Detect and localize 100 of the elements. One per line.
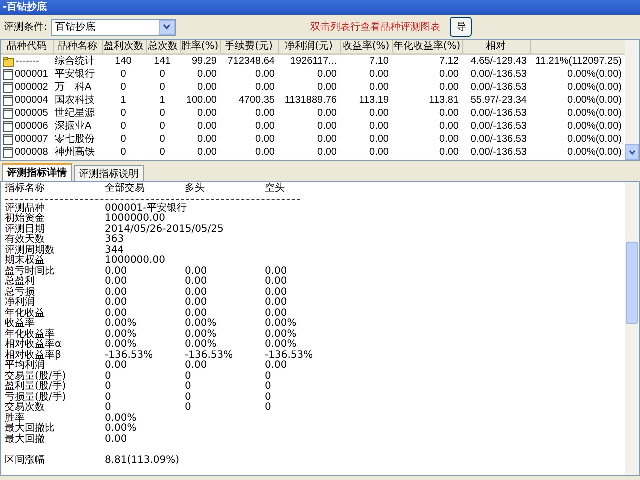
metric-value: 0.00 xyxy=(185,361,208,372)
metric-value: 0.00 xyxy=(265,361,288,372)
chevron-down-icon[interactable] xyxy=(628,150,636,154)
document-icon xyxy=(3,121,13,132)
metric-label: 净利润 xyxy=(5,298,36,308)
table-cell: 000001 xyxy=(15,68,48,81)
tab[interactable]: 评测指标详情 xyxy=(2,163,72,181)
metric-value: 0.00% xyxy=(105,414,138,424)
scrollbar[interactable] xyxy=(625,40,639,160)
table-cell: 0.00/-136.53 xyxy=(470,134,527,145)
column-header[interactable]: 相对 xyxy=(462,40,530,54)
metric-label: 亏损量(股/手) xyxy=(5,392,68,402)
metric-value: 0 xyxy=(105,392,112,402)
export-button[interactable]: 导 xyxy=(450,17,472,37)
column-header[interactable]: 总次数 xyxy=(146,40,180,54)
condition-dropdown[interactable]: 百钻抄底 xyxy=(51,18,176,36)
table-cell: 000002 xyxy=(15,81,48,94)
metric-value: 8.81(113.09%) xyxy=(105,456,181,466)
hint-text: 双击列表行查看品种评测图表 xyxy=(310,20,440,34)
table-cell: 零七股份 xyxy=(55,134,95,145)
table-cell: 0.00 xyxy=(440,134,459,145)
metric-value: 1000000.00 xyxy=(105,256,166,266)
table-cell: 0 xyxy=(160,108,166,119)
column-header[interactable]: 盈利次数 xyxy=(102,40,146,54)
table-cell: 000006 xyxy=(15,120,48,133)
table-cell: 0.00 xyxy=(318,121,337,132)
document-icon xyxy=(3,147,13,158)
metric-value: -136.53% xyxy=(185,350,234,360)
table-cell: 0.00 xyxy=(318,108,337,119)
table-cell: 0.00 xyxy=(370,147,389,158)
table-cell: 0.00 xyxy=(318,69,337,80)
metric-label: 总盈利 xyxy=(5,277,36,287)
metric-value: 0 xyxy=(185,372,192,382)
tab[interactable]: 评测指标说明 xyxy=(74,165,144,181)
metric-value: 1000000.00 xyxy=(105,214,166,224)
table-cell: 000004 xyxy=(15,94,48,107)
table-cell: 712348.64 xyxy=(228,56,275,67)
metric-value: 0 xyxy=(105,382,112,392)
table-cell: 综合统计 xyxy=(55,56,95,67)
metric-value: 0 xyxy=(185,392,192,402)
table-cell: 0.00 xyxy=(198,147,217,158)
column-header[interactable]: 收益率(%) xyxy=(340,40,392,54)
table-cell: 0 xyxy=(120,69,126,80)
detail-header: 全部交易 xyxy=(105,184,146,194)
metric-label: 年化收益率 xyxy=(5,330,56,340)
metric-value: 0.00% xyxy=(265,330,298,340)
table-cell: 1131889.76 xyxy=(284,95,337,106)
metric-label: 区间涨幅 xyxy=(5,456,46,466)
table-cell: 0 xyxy=(160,121,166,132)
metric-value: 0.00% xyxy=(185,340,218,350)
table-cell: 0.00 xyxy=(256,121,275,132)
table-cell: 0.00 xyxy=(440,121,459,132)
table-cell: 0.00 xyxy=(198,134,217,145)
table-cell: 0.00 xyxy=(440,108,459,119)
table-cell: 0.00%(0.00) xyxy=(568,69,622,80)
metric-value: 0.00% xyxy=(185,330,218,340)
column-header[interactable]: 品种代码 xyxy=(1,40,53,54)
table-cell: 0.00 xyxy=(256,82,275,93)
document-icon xyxy=(3,95,13,106)
table-cell: 4700.35 xyxy=(238,95,275,106)
metric-value: 0.00 xyxy=(105,308,128,318)
metric-value: 0.00 xyxy=(105,277,128,288)
metric-value: 0.00 xyxy=(105,434,128,445)
metric-value: 0 xyxy=(105,403,112,414)
metric-label: 相对收益率α xyxy=(5,340,63,350)
table-cell: 0.00 xyxy=(198,121,217,132)
scrollbar[interactable] xyxy=(625,182,639,475)
table-cell: 0.00 xyxy=(370,82,389,93)
table-cell: 1926117... xyxy=(290,56,337,67)
metric-value: 0.00% xyxy=(105,319,138,330)
table-cell: 0 xyxy=(120,82,126,93)
metric-value: 344 xyxy=(105,246,126,256)
table-cell: 0.00 xyxy=(370,69,389,80)
metric-value: 0.00 xyxy=(265,266,288,276)
metric-label: 评测品种 xyxy=(5,204,46,214)
table-cell: 0.00 xyxy=(198,82,217,93)
column-header[interactable]: 净利润(元) xyxy=(278,40,340,54)
metric-value: 363 xyxy=(105,235,126,246)
column-header[interactable]: 胜率(%) xyxy=(180,40,220,54)
table-cell: 万 科A xyxy=(55,82,92,93)
metric-value: -136.53% xyxy=(105,350,154,360)
metric-label: 最大回撤 xyxy=(5,434,46,445)
metric-value: 0.00 xyxy=(185,288,208,298)
table-cell: 0.00/-136.53 xyxy=(470,108,527,119)
table-cell: 0.00/-136.53 xyxy=(470,147,527,158)
table-cell: 平安银行 xyxy=(55,69,95,80)
column-header[interactable]: 年化收益率(%) xyxy=(392,40,462,54)
table-cell: 0 xyxy=(120,108,126,119)
column-header[interactable]: 品种名称 xyxy=(53,40,102,54)
table-cell: 国农科技 xyxy=(55,95,95,106)
table-cell: 000005 xyxy=(15,107,48,120)
table-cell: 0 xyxy=(160,82,166,93)
detail-header: 指标名称 xyxy=(5,184,46,194)
table-cell: 0.00 xyxy=(198,108,217,119)
metric-value: 0.00 xyxy=(265,308,288,318)
metric-label: 胜率 xyxy=(5,414,26,424)
column-header[interactable]: 手续费(元) xyxy=(220,40,278,54)
metric-value: 0.00% xyxy=(105,340,138,350)
table-cell: 1 xyxy=(160,95,166,106)
metric-value: 0.00 xyxy=(105,266,128,276)
